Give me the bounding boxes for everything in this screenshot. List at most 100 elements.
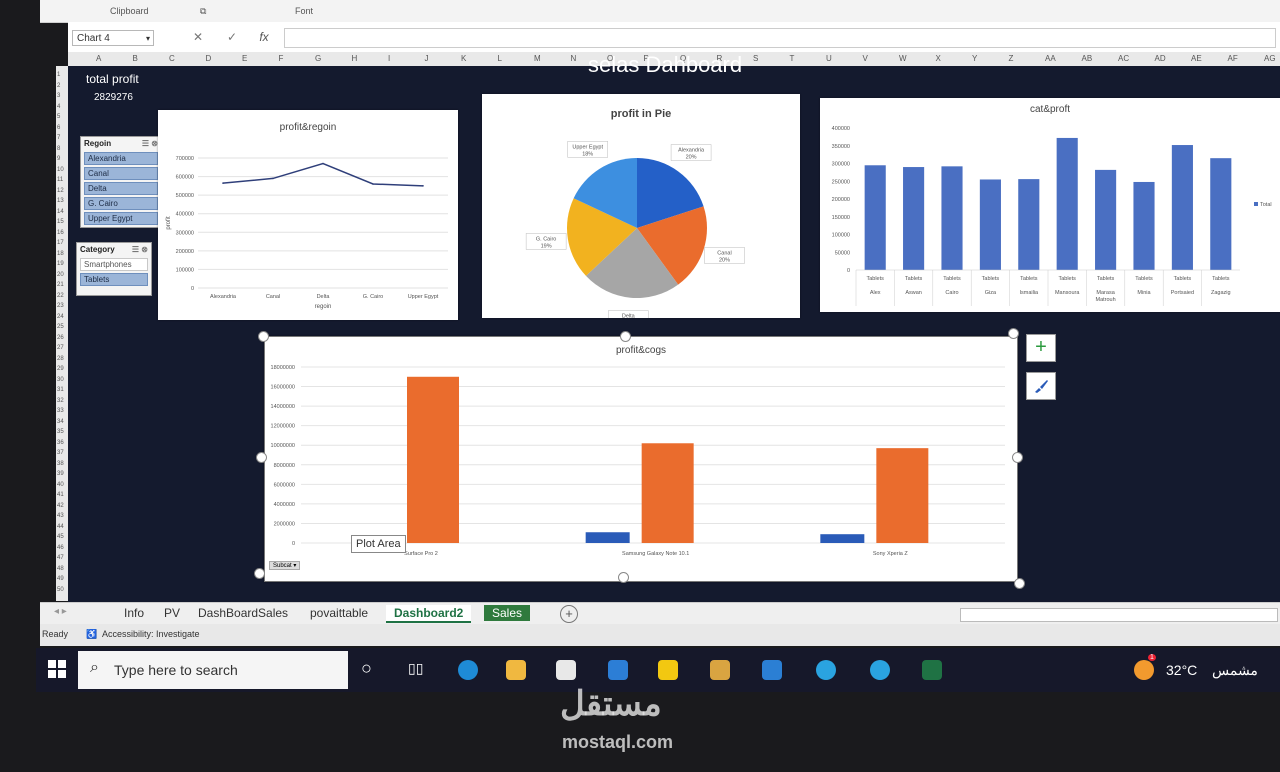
row-header[interactable]: 44 — [57, 524, 64, 530]
row-header[interactable]: 47 — [57, 555, 64, 561]
weather-sun-icon[interactable] — [1134, 660, 1154, 680]
horizontal-scrollbar[interactable] — [960, 608, 1278, 622]
column-header[interactable]: N — [571, 54, 577, 63]
fx-icon[interactable]: fx — [254, 30, 274, 44]
sheet-tab[interactable]: PV — [156, 605, 188, 621]
formula-input[interactable] — [284, 28, 1276, 48]
row-header[interactable]: 20 — [57, 272, 64, 278]
column-header[interactable]: H — [352, 54, 358, 63]
resize-handle-tr[interactable] — [1008, 328, 1019, 339]
vscode-icon[interactable] — [762, 660, 782, 680]
row-header[interactable]: 49 — [57, 576, 64, 582]
sheet-tab[interactable]: Info — [116, 605, 152, 621]
category-slicer[interactable]: Category ☰ ⊗ Smartphones Tablets — [76, 242, 152, 296]
task-view-icon[interactable]: ▯▯ — [408, 660, 423, 677]
pie-chart[interactable]: profit in Pie Alexandria 20% Canal 20% Delta… — [482, 94, 800, 318]
cortana-icon[interactable]: ○ — [361, 658, 372, 679]
row-header[interactable]: 50 — [57, 587, 64, 593]
column-header[interactable]: AC — [1118, 54, 1129, 63]
column-header[interactable]: K — [461, 54, 466, 63]
worksheet[interactable]: total profit 2829276 selas Dahboard Rego… — [68, 52, 1280, 602]
row-header[interactable]: 4 — [57, 104, 60, 110]
column-header[interactable]: S — [753, 54, 758, 63]
category-bar-chart[interactable]: cat&proft 0 50000 100000 150000 200000 250000… — [820, 98, 1280, 312]
slicer-item[interactable]: Tablets — [80, 273, 148, 286]
sheet-tab[interactable]: Sales — [484, 605, 531, 621]
profit-cogs-chart[interactable]: profit&cogs 0 2000000 4000000 6000000 800000… — [264, 336, 1018, 582]
row-header[interactable]: 8 — [57, 146, 60, 152]
row-header[interactable]: 16 — [57, 230, 64, 236]
column-header[interactable]: Z — [1009, 54, 1014, 63]
row-header[interactable]: 18 — [57, 251, 64, 257]
sheet-tab[interactable]: Dashboard2 — [386, 605, 472, 623]
row-header[interactable]: 15 — [57, 219, 64, 225]
windows-start-icon[interactable] — [48, 660, 66, 678]
chart-styles-button[interactable] — [1026, 372, 1056, 400]
mail-icon[interactable] — [608, 660, 628, 680]
column-header[interactable]: U — [826, 54, 832, 63]
row-header[interactable]: 7 — [57, 135, 60, 141]
filter-clear-icon[interactable]: ☰ ⊗ — [132, 245, 148, 254]
row-header[interactable]: 9 — [57, 156, 60, 162]
name-box[interactable]: Chart 4 ▾ — [72, 30, 154, 46]
column-header[interactable]: W — [899, 54, 907, 63]
excel-icon[interactable] — [922, 660, 942, 680]
tab-scroll-left-icon[interactable]: ◂ ▸ — [54, 606, 67, 617]
column-header[interactable]: X — [936, 54, 941, 63]
row-header[interactable]: 26 — [57, 335, 64, 341]
cancel-icon[interactable]: ✕ — [188, 30, 208, 44]
row-header[interactable]: 41 — [57, 492, 64, 498]
row-header[interactable]: 12 — [57, 188, 64, 194]
taskbar-search-box[interactable]: ⌕ Type here to search — [78, 651, 348, 689]
row-header[interactable]: 27 — [57, 345, 64, 351]
row-header[interactable]: 3 — [57, 93, 60, 99]
resize-handle-br[interactable] — [1014, 578, 1025, 589]
sheet-tab[interactable]: povaittable — [302, 605, 376, 621]
resize-handle-r[interactable] — [1012, 452, 1023, 463]
row-header[interactable]: 5 — [57, 114, 60, 120]
row-header[interactable]: 34 — [57, 419, 64, 425]
accessibility-status[interactable]: Accessibility: Investigate — [102, 629, 200, 639]
row-header[interactable]: 19 — [57, 261, 64, 267]
slicer-item[interactable]: Delta — [84, 182, 158, 195]
column-header[interactable]: Y — [972, 54, 977, 63]
row-header[interactable]: 43 — [57, 513, 64, 519]
row-header[interactable]: 25 — [57, 324, 64, 330]
column-header[interactable]: I — [388, 54, 390, 63]
column-header[interactable]: B — [133, 54, 138, 63]
resize-handle-b[interactable] — [618, 572, 629, 583]
column-header[interactable]: AB — [1082, 54, 1093, 63]
column-header[interactable]: T — [790, 54, 795, 63]
column-header[interactable]: V — [863, 54, 868, 63]
row-header[interactable]: 36 — [57, 440, 64, 446]
row-header[interactable]: 21 — [57, 282, 64, 288]
slicer-item[interactable]: Canal — [84, 167, 158, 180]
slicer-item[interactable]: Upper Egypt — [84, 212, 158, 225]
resize-handle-bl[interactable] — [254, 568, 265, 579]
line-chart[interactable]: profit&regoin 0 100000 200000 300000 400000 5… — [158, 110, 458, 320]
column-header[interactable]: F — [279, 54, 284, 63]
resize-handle-l[interactable] — [256, 452, 267, 463]
slicer-item[interactable]: G. Cairo — [84, 197, 158, 210]
column-header[interactable]: E — [242, 54, 247, 63]
row-header[interactable]: 24 — [57, 314, 64, 320]
row-header[interactable]: 22 — [57, 293, 64, 299]
slicer-item[interactable]: Smartphones — [80, 258, 148, 271]
row-header[interactable]: 38 — [57, 461, 64, 467]
row-header[interactable]: 32 — [57, 398, 64, 404]
column-header[interactable]: AA — [1045, 54, 1056, 63]
resize-handle-tl[interactable] — [258, 331, 269, 342]
row-header[interactable]: 28 — [57, 356, 64, 362]
row-header[interactable]: 23 — [57, 303, 64, 309]
column-header[interactable]: J — [425, 54, 429, 63]
row-header[interactable]: 35 — [57, 429, 64, 435]
subcat-filter-button[interactable]: Subcat ▾ — [269, 561, 301, 570]
dialog-launcher-icon[interactable]: ⧉ — [200, 6, 206, 17]
column-header[interactable]: AG — [1264, 54, 1276, 63]
column-header[interactable]: C — [169, 54, 175, 63]
row-header[interactable]: 30 — [57, 377, 64, 383]
power-bi-icon[interactable] — [658, 660, 678, 680]
add-sheet-icon[interactable]: + — [560, 605, 578, 623]
edge-icon[interactable] — [458, 660, 478, 680]
telegram-desktop-icon[interactable] — [870, 660, 890, 680]
